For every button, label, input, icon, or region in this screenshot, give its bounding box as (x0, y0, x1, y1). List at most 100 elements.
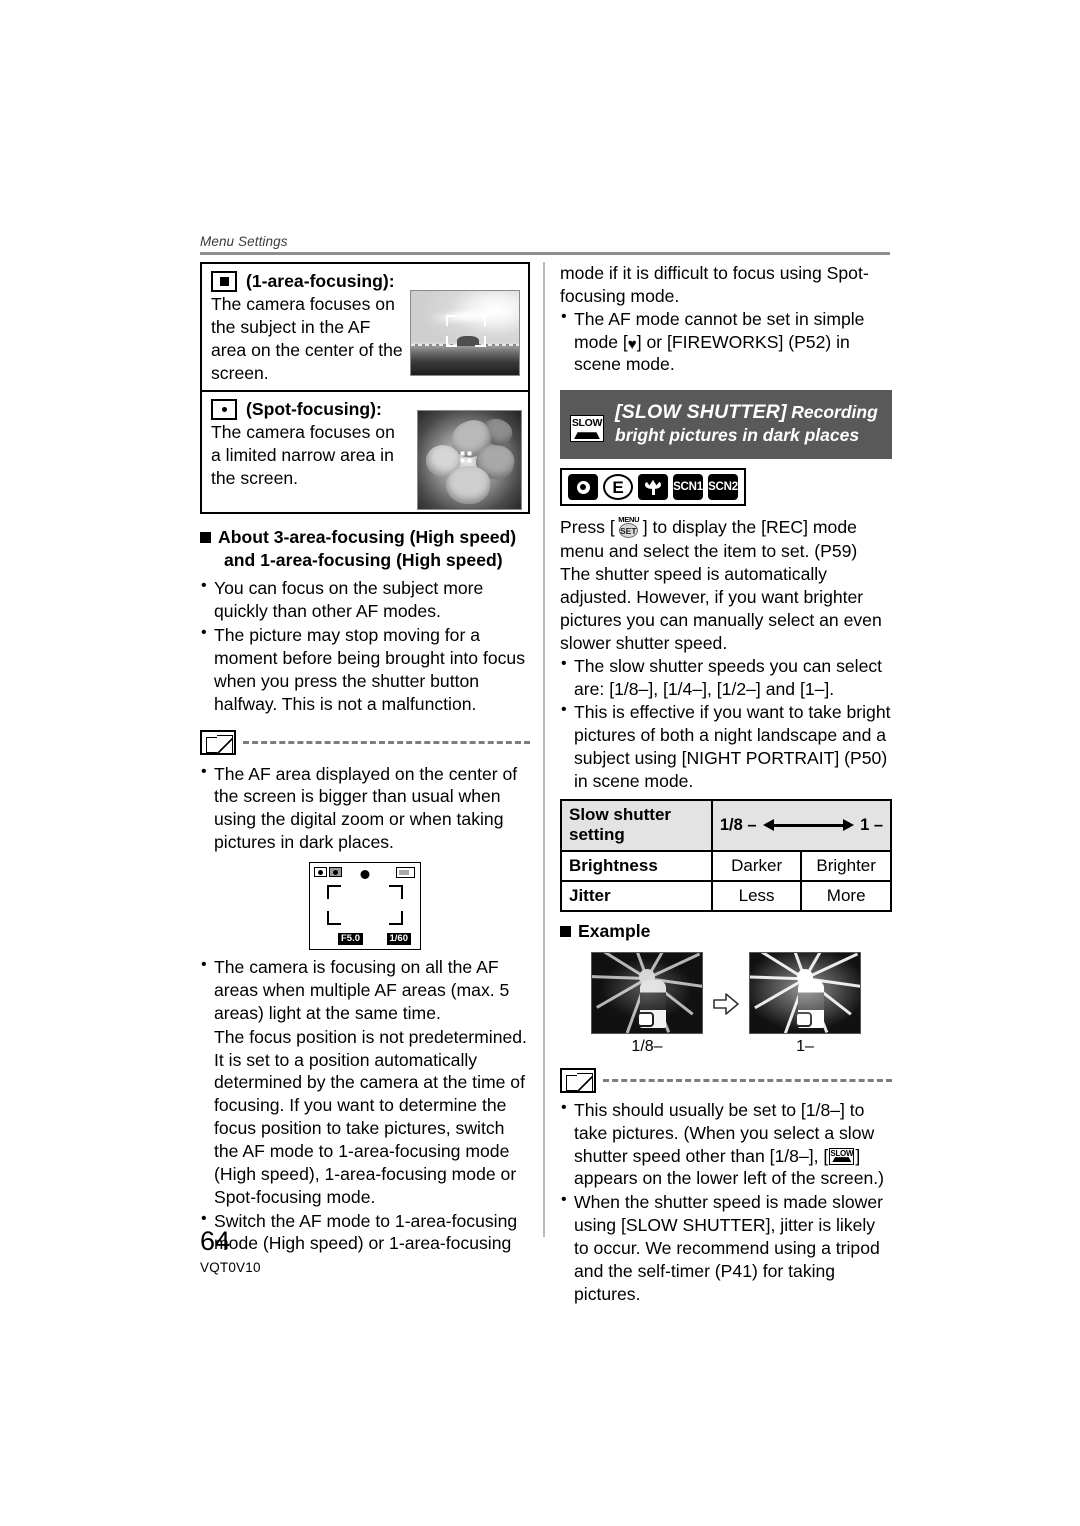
running-head: Menu Settings (200, 234, 890, 255)
about-heading-line-1: About 3-area-focusing (High speed) (218, 527, 517, 548)
battery-icon (396, 867, 415, 879)
instruction-pre: Press [ (560, 517, 615, 538)
table-cell-left: Darker (710, 849, 803, 882)
list-item: The picture may stop moving for a moment… (200, 623, 530, 715)
arrow-right-label: 1 – (860, 815, 883, 834)
table-cell-right: More (800, 879, 892, 913)
stabilizer-indicator-icon (329, 867, 342, 878)
manual-page: Menu Settings (1-area-focusing): The cam… (0, 0, 1080, 1526)
af-bracket-bottom-left (327, 911, 341, 926)
note-bullet-list-1: The AF area displayed on the center of t… (200, 762, 530, 854)
af-bracket-top-right (389, 885, 403, 900)
spot-focus-dots-overlay (460, 451, 472, 463)
list-item: The camera is focusing on all the AF are… (200, 955, 530, 1025)
final-note-bullet-list: This should usually be set to [1/8–] to … (560, 1098, 892, 1306)
list-item: The AF mode cannot be set in simple mode… (560, 307, 892, 377)
table-row-label: Brightness (560, 849, 713, 882)
instruction-paragraph: Press [MENU SET] to display the [REC] mod… (560, 515, 892, 654)
table-row: Brightness Darker Brighter (560, 849, 892, 882)
table-row-label: Slow shutter setting (560, 798, 713, 852)
example-shot-dark-label: 1/8– (631, 1037, 663, 1055)
dashed-rule (603, 1078, 892, 1082)
slow-shutter-banner: SLOW [SLOW SHUTTER] Recording bright pic… (560, 390, 892, 460)
example-shot-bright-label: 1– (796, 1037, 814, 1055)
list-item: The slow shutter speeds you can select a… (560, 654, 892, 701)
arrow-left-label: 1/8 – (719, 815, 757, 834)
continued-paragraph: mode if it is difficult to focus using S… (560, 263, 869, 306)
list-item: The focus position is not predetermined.… (214, 1026, 527, 1207)
page-number: 64 (200, 1226, 231, 1256)
af-mode-spot-title: (Spot-focusing): (246, 399, 382, 420)
banner-title: [SLOW SHUTTER] (615, 401, 787, 424)
menu-set-bottom-label: SET (618, 523, 638, 539)
example-heading-text: Example (578, 921, 651, 942)
page-footer: 64 VQT0V10 (200, 1226, 261, 1276)
heart-simple-mode-icon: ♥ (627, 335, 637, 353)
ferris-wheel-bright-photo (749, 951, 861, 1034)
table-row: Jitter Less More (560, 879, 892, 913)
scene-mode-2-label: SCN2 (708, 481, 738, 494)
about-bullet-list: You can focus on the subject more quickl… (200, 576, 530, 715)
example-shot-bright: 1– (749, 951, 861, 1056)
af-mode-box: (1-area-focusing): The camera focuses on… (200, 262, 530, 515)
arrow-right-icon (713, 993, 739, 1015)
about-high-speed-heading: About 3-area-focusing (High speed) and 1… (200, 526, 530, 571)
about-heading-line-2: and 1-area-focusing (High speed) (224, 549, 503, 570)
af-mode-row-spot: (Spot-focusing): The camera focuses on a… (202, 392, 528, 512)
af-bracket-top-left (327, 885, 341, 900)
table-arrow-cell: 1/8 – 1 – (710, 798, 893, 852)
lcd-top-left-icons (314, 867, 342, 878)
slow-icon-label: SLOW (571, 417, 603, 430)
af-mode-indicator-icon (314, 867, 327, 878)
af-mode-1-area-body: The camera focuses on the subject in the… (211, 294, 403, 383)
slow-shutter-settings-table: Slow shutter setting 1/8 – 1 – Brightnes… (560, 798, 893, 913)
example-photo-row: 1/8– 1– (560, 951, 892, 1056)
table-cell-right: Brighter (800, 849, 892, 882)
aperture-value: F5.0 (338, 933, 364, 946)
example-heading: Example (560, 920, 892, 943)
left-column: (1-area-focusing): The camera focuses on… (200, 262, 530, 1256)
slow-shutter-icon: SLOW (570, 415, 604, 443)
slow-shutter-bullet-list: The slow shutter speeds you can select a… (560, 654, 892, 793)
ferris-wheel-dark-photo (591, 951, 703, 1034)
filled-square-icon (211, 271, 237, 292)
list-item: When the shutter speed is made slower us… (560, 1190, 892, 1305)
dashed-rule (243, 740, 530, 744)
note-divider-1 (200, 729, 530, 755)
seascape-pier-photo (410, 290, 520, 376)
note-book-pencil-icon (200, 729, 236, 755)
af-mode-spot-body: The camera focuses on a limited narrow a… (211, 422, 395, 489)
slow-inline-label: SLOW (830, 1148, 854, 1158)
simple-mode-label: E (612, 477, 624, 497)
flower-closeup-photo (417, 410, 522, 511)
small-dot-icon (211, 399, 237, 421)
macro-mode-icon (638, 474, 668, 501)
af-mode-1-area-heading: (1-area-focusing): (211, 271, 520, 292)
example-shot-dark: 1/8– (591, 951, 703, 1056)
list-item: This should usually be set to [1/8–] to … (560, 1098, 892, 1190)
af-bracket-bottom-right (389, 911, 403, 926)
af-mode-1-area-title: (1-area-focusing): (246, 271, 395, 291)
double-arrow-icon (762, 818, 855, 832)
column-divider (543, 262, 545, 1237)
shutter-speed-value: 1/60 (386, 933, 411, 946)
list-item: This is effective if you want to take br… (560, 700, 892, 792)
simple-mode-icon: E (603, 474, 633, 501)
header-rule (200, 252, 890, 255)
list-item: The AF area displayed on the center of t… (200, 762, 530, 854)
top-bullet-list: The AF mode cannot be set in simple mode… (560, 307, 892, 377)
table-row-label: Jitter (560, 879, 713, 913)
slow-shutter-inline-icon: SLOW (829, 1147, 855, 1165)
table-row: Slow shutter setting 1/8 – 1 – (560, 798, 893, 852)
mode-icon-strip: E SCN1 SCN2 (560, 468, 746, 507)
list-item: You can focus on the subject more quickl… (200, 576, 530, 623)
note-book-pencil-icon (560, 1067, 596, 1093)
note-bullet-list-2: The camera is focusing on all the AF are… (200, 955, 530, 1255)
scene-mode-1-icon: SCN1 (673, 474, 703, 501)
right-column: mode if it is difficult to focus using S… (560, 262, 893, 1307)
camera-lcd-illustration: F5.0 1/60 (309, 862, 421, 951)
table-cell-left: Less (710, 879, 803, 913)
record-dot-icon (360, 870, 370, 880)
document-code: VQT0V10 (200, 1260, 261, 1275)
instruction-post: ] to display the [REC] mode menu and sel… (560, 517, 882, 653)
